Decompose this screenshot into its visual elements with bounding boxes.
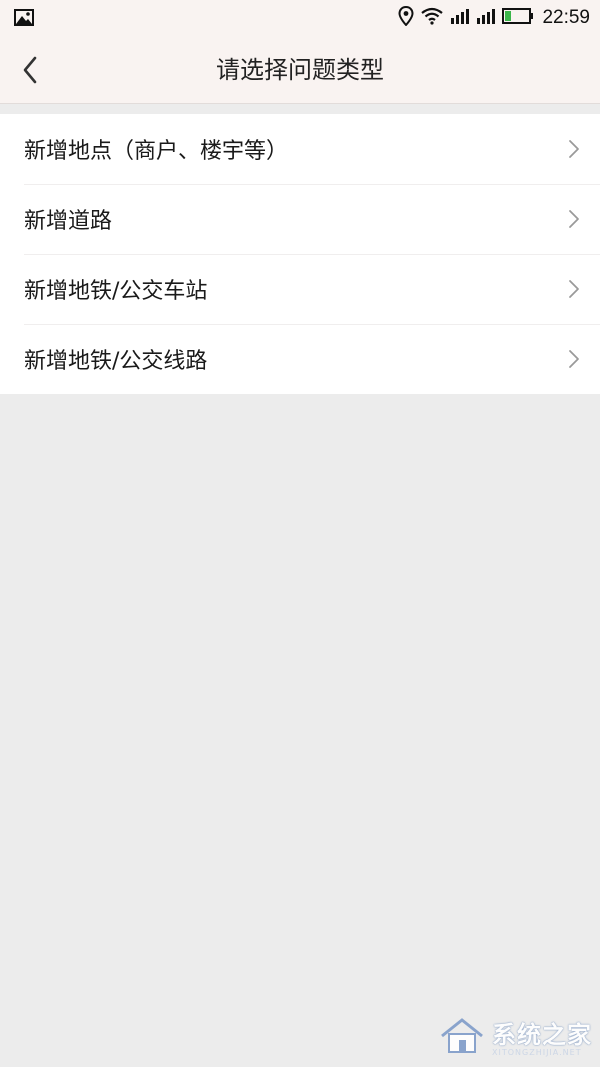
problem-type-list: 新增地点（商户、楼宇等） 新增道路 新增地铁/公交车站 新增地铁/公交线路 — [0, 114, 600, 394]
location-icon — [398, 5, 414, 30]
list-item-label: 新增地点（商户、楼宇等） — [24, 139, 289, 164]
app-header: 请选择问题类型 — [0, 36, 600, 104]
signal-icon — [450, 8, 470, 28]
page-title: 请选择问题类型 — [216, 56, 384, 84]
list-item-add-station[interactable]: 新增地铁/公交车站 — [0, 254, 600, 324]
chevron-right-icon — [569, 350, 579, 368]
list-item-add-place[interactable]: 新增地点（商户、楼宇等） — [0, 114, 600, 184]
status-bar: 22:59 — [0, 0, 600, 36]
list-item-label: 新增地铁/公交线路 — [24, 349, 208, 374]
watermark-logo — [441, 1018, 483, 1053]
status-time: 22:59 — [542, 7, 590, 28]
signal-icon — [476, 8, 496, 28]
chevron-right-icon — [569, 280, 579, 298]
battery-icon — [502, 8, 534, 28]
status-icons: 22:59 — [398, 0, 590, 36]
watermark-subtext: XITONGZHIJIA.NET — [492, 1048, 582, 1057]
list-item-add-road[interactable]: 新增道路 — [0, 184, 600, 254]
list-item-add-line[interactable]: 新增地铁/公交线路 — [0, 324, 600, 394]
watermark: 系统之家 XITONGZHIJIA.NET — [438, 1015, 592, 1057]
chevron-right-icon — [569, 140, 579, 158]
wifi-icon — [420, 7, 444, 29]
image-icon — [14, 9, 34, 30]
list-item-label: 新增道路 — [24, 209, 113, 234]
chevron-right-icon — [569, 210, 579, 228]
list-item-label: 新增地铁/公交车站 — [24, 279, 208, 304]
watermark-text: 系统之家 — [492, 1021, 592, 1049]
